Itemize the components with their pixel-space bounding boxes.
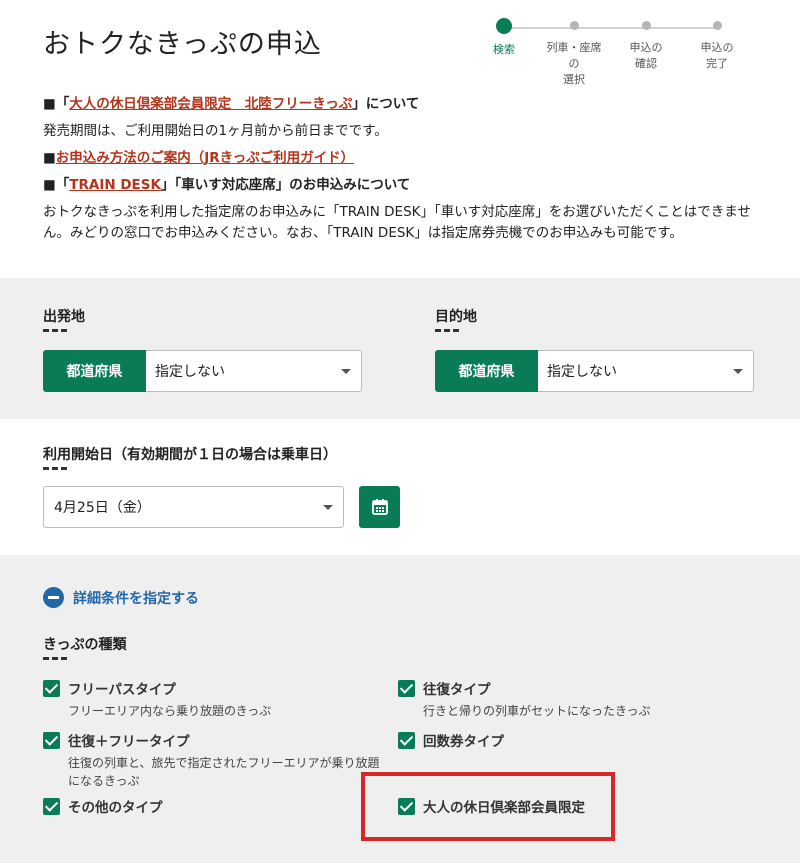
required-dash <box>43 467 69 470</box>
ticket-name-link[interactable]: 大人の休日倶楽部会員限定 北陸フリーきっぷ <box>69 96 352 112</box>
notice-suffix: 」「車いす対応座席」のお申込みについて <box>160 177 411 193</box>
notice-sales-period: 発売期間は、ご利用開始日の1ヶ月前から前日までです。 <box>43 123 388 139</box>
departure-label-text: 出発地 <box>43 309 85 325</box>
checkbox-description: 行きと帰りの列車がセットになったきっぷ <box>423 704 651 718</box>
step-dot <box>569 21 579 30</box>
checkbox-checked-icon[interactable] <box>43 731 60 749</box>
minus-circle-icon <box>43 587 64 608</box>
required-dash <box>43 329 69 332</box>
step-dot <box>641 21 651 30</box>
ticket-type-other[interactable]: その他のタイプ <box>43 796 383 816</box>
notice-guide-heading: ■お申込み方法のご案内（JRきっぷご利用ガイド） <box>43 148 763 169</box>
chevron-down-icon <box>341 369 351 374</box>
detail-conditions-toggle[interactable]: 詳細条件を指定する <box>43 587 199 608</box>
page-title: おトクなきっぷの申込 <box>43 29 322 60</box>
checkbox-checked-icon[interactable] <box>43 797 60 815</box>
notice-block: ■「大人の休日倶楽部会員限定 北陸フリーきっぷ」について 発売期間は、ご利用開始… <box>43 94 763 250</box>
destination-label-text: 目的地 <box>435 309 477 325</box>
checkbox-description: フリーエリア内なら乗り放題のきっぷ <box>68 704 272 718</box>
application-guide-link[interactable]: お申込み方法のご案内（JRきっぷご利用ガイド） <box>56 150 354 166</box>
progress-stepper: 検索 列車・座席の 選択 申込の 確認 申込の 完了 <box>476 18 776 86</box>
detail-toggle-label: 詳細条件を指定する <box>73 590 199 607</box>
ticket-type-label: きっぷの種類 <box>43 634 126 660</box>
destination-select[interactable]: 指定しない <box>538 350 754 392</box>
highlight-annotation-box <box>361 772 615 841</box>
notice-prefix: ■ <box>43 150 56 166</box>
required-dash <box>435 329 461 332</box>
step-label: 申込の 完了 <box>700 41 734 70</box>
ticket-type-coupon[interactable]: 回数券タイプ <box>398 730 758 750</box>
location-section: 出発地 都道府県 指定しない 目的地 都道府県 指定しない <box>0 278 800 419</box>
destination-prefecture-button[interactable]: 都道府県 <box>435 350 538 392</box>
notice-ticket-heading: ■「大人の休日倶楽部会員限定 北陸フリーきっぷ」について <box>43 94 763 115</box>
step-label: 申込の 確認 <box>629 41 663 70</box>
step-search: 検索 <box>476 18 532 58</box>
checkbox-label: 往復＋フリータイプ <box>68 734 190 750</box>
departure-label: 出発地 <box>43 306 85 332</box>
step-dot-active <box>496 18 512 34</box>
ticket-type-label-text: きっぷの種類 <box>43 637 127 653</box>
destination-select-value: 指定しない <box>547 364 617 380</box>
departure-selector: 都道府県 指定しない <box>43 350 362 392</box>
ticket-type-round-trip-free[interactable]: 往復＋フリータイプ 往復の列車と、旅先で指定されたフリーエリアが乗り放題になるき… <box>43 730 388 790</box>
checkbox-label: 往復タイプ <box>423 682 491 698</box>
required-dash <box>43 657 69 660</box>
notice-prefix: ■「 <box>43 177 70 193</box>
step-train-seat-selection: 列車・座席の 選択 <box>546 18 602 88</box>
destination-label: 目的地 <box>435 306 477 332</box>
departure-prefecture-button[interactable]: 都道府県 <box>43 350 146 392</box>
train-desk-link[interactable]: TRAIN DESK <box>69 177 161 193</box>
step-complete: 申込の 完了 <box>689 18 745 72</box>
step-label: 列車・座席の 選択 <box>546 41 602 86</box>
notice-train-desk-text: おトクなきっぷを利用した指定席のお申込みに「TRAIN DESK」「車いす対応座… <box>43 204 751 241</box>
departure-select[interactable]: 指定しない <box>146 350 362 392</box>
step-confirm: 申込の 確認 <box>618 18 674 72</box>
step-label: 検索 <box>493 43 515 56</box>
notice-prefix: ■「 <box>43 96 70 112</box>
checkbox-checked-icon[interactable] <box>398 679 415 697</box>
notice-suffix: 」について <box>352 96 420 112</box>
start-date-select[interactable]: 4月25日（金） <box>43 486 344 528</box>
ticket-type-free-pass[interactable]: フリーパスタイプ フリーエリア内なら乗り放題のきっぷ <box>43 678 383 720</box>
chevron-down-icon <box>323 505 333 510</box>
notice-train-desk-heading: ■「TRAIN DESK」「車いす対応座席」のお申込みについて <box>43 175 763 196</box>
checkbox-checked-icon[interactable] <box>398 731 415 749</box>
destination-selector: 都道府県 指定しない <box>435 350 754 392</box>
ticket-type-round-trip[interactable]: 往復タイプ 行きと帰りの列車がセットになったきっぷ <box>398 678 758 720</box>
chevron-down-icon <box>733 369 743 374</box>
checkbox-label: 回数券タイプ <box>423 734 504 750</box>
checkbox-checked-icon[interactable] <box>43 679 60 697</box>
departure-select-value: 指定しない <box>155 364 225 380</box>
calendar-icon <box>371 499 388 515</box>
checkbox-label: フリーパスタイプ <box>68 682 176 698</box>
checkbox-description: 往復の列車と、旅先で指定されたフリーエリアが乗り放題になるきっぷ <box>68 756 380 788</box>
calendar-button[interactable] <box>359 486 400 528</box>
stepper-line <box>504 27 718 29</box>
start-date-label: 利用開始日（有効期間が１日の場合は乗車日） <box>43 444 337 470</box>
start-date-label-text: 利用開始日（有効期間が１日の場合は乗車日） <box>43 447 337 463</box>
step-dot <box>712 21 722 30</box>
start-date-value: 4月25日（金） <box>54 500 151 516</box>
checkbox-label: その他のタイプ <box>68 800 163 816</box>
